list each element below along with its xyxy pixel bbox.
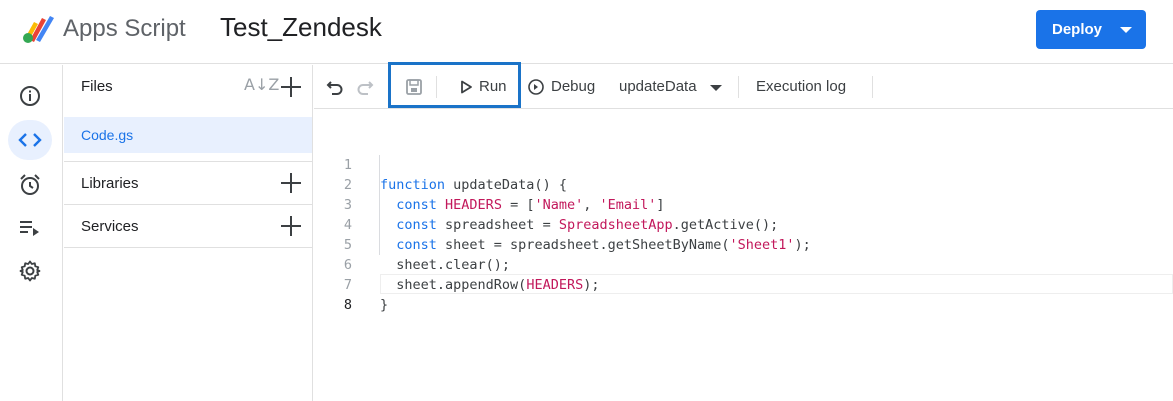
overview-nav-item[interactable] <box>8 76 52 116</box>
sort-az-icon[interactable]: A↓Z <box>244 75 279 94</box>
settings-nav-item[interactable] <box>8 251 52 291</box>
code-line: 3 const spreadsheet = SpreadsheetApp.get… <box>314 175 1173 233</box>
function-select[interactable]: updateData <box>619 75 727 99</box>
libraries-label: Libraries <box>81 175 139 192</box>
section-divider <box>64 247 312 248</box>
files-header: Files A↓Z <box>64 65 312 109</box>
info-icon <box>20 86 40 106</box>
project-name[interactable]: Test_Zendesk <box>220 12 382 43</box>
toolbar-divider <box>738 76 739 98</box>
add-library-icon[interactable] <box>281 173 301 193</box>
executions-nav-item[interactable] <box>8 208 52 248</box>
code-line: 5 sheet.clear(); <box>314 215 1173 273</box>
chevron-down-icon <box>710 85 722 91</box>
indent-guide <box>379 155 380 255</box>
app-name: Apps Script <box>63 15 186 42</box>
code-line: 2 const HEADERS = ['Name', 'Email'] <box>314 155 1173 213</box>
triggers-nav-item[interactable] <box>8 165 52 205</box>
editor-nav-item[interactable] <box>8 120 52 160</box>
execution-log-button[interactable]: Execution log <box>756 78 846 95</box>
code-line: 1 function updateData() { <box>314 135 1173 193</box>
add-service-icon[interactable] <box>281 216 301 236</box>
gear-icon <box>19 260 41 282</box>
line-number: 8 <box>343 297 352 313</box>
executions-icon <box>20 221 39 236</box>
redo-icon[interactable] <box>355 77 375 97</box>
alarm-icon <box>20 174 40 195</box>
code-editor[interactable]: 1 function updateData() { 2 const HEADER… <box>314 109 1173 401</box>
debug-icon <box>528 79 544 95</box>
deploy-label: Deploy <box>1052 21 1103 38</box>
debug-button[interactable]: Debug <box>527 75 607 99</box>
files-panel: Files A↓Z Code.gs Libraries Services <box>64 65 313 401</box>
files-title: Files <box>81 78 113 95</box>
apps-script-logo[interactable] <box>20 14 56 44</box>
deploy-button[interactable]: Deploy <box>1036 10 1146 49</box>
code-icon <box>18 133 42 147</box>
add-file-icon[interactable] <box>281 77 301 97</box>
services-label: Services <box>81 218 139 235</box>
left-nav-rail <box>0 65 63 401</box>
services-section[interactable]: Services <box>64 204 312 247</box>
code-line: 4 const sheet = spreadsheet.getSheetByNa… <box>314 195 1173 253</box>
chevron-down-icon <box>1120 27 1132 33</box>
code-line: 6 sheet.appendRow(HEADERS); <box>314 235 1173 293</box>
run-highlight-box <box>388 62 521 108</box>
toolbar-divider <box>872 76 873 98</box>
libraries-section[interactable]: Libraries <box>64 161 312 204</box>
debug-label: Debug <box>551 78 596 95</box>
top-header: Apps Script Test_Zendesk Deploy <box>0 0 1173 64</box>
function-select-value: updateData <box>619 78 697 95</box>
file-item[interactable]: Code.gs <box>64 117 312 153</box>
file-name: Code.gs <box>81 127 134 143</box>
code-line: 7 } <box>314 255 1173 313</box>
current-line-highlight <box>380 274 1173 294</box>
undo-icon[interactable] <box>325 77 345 97</box>
